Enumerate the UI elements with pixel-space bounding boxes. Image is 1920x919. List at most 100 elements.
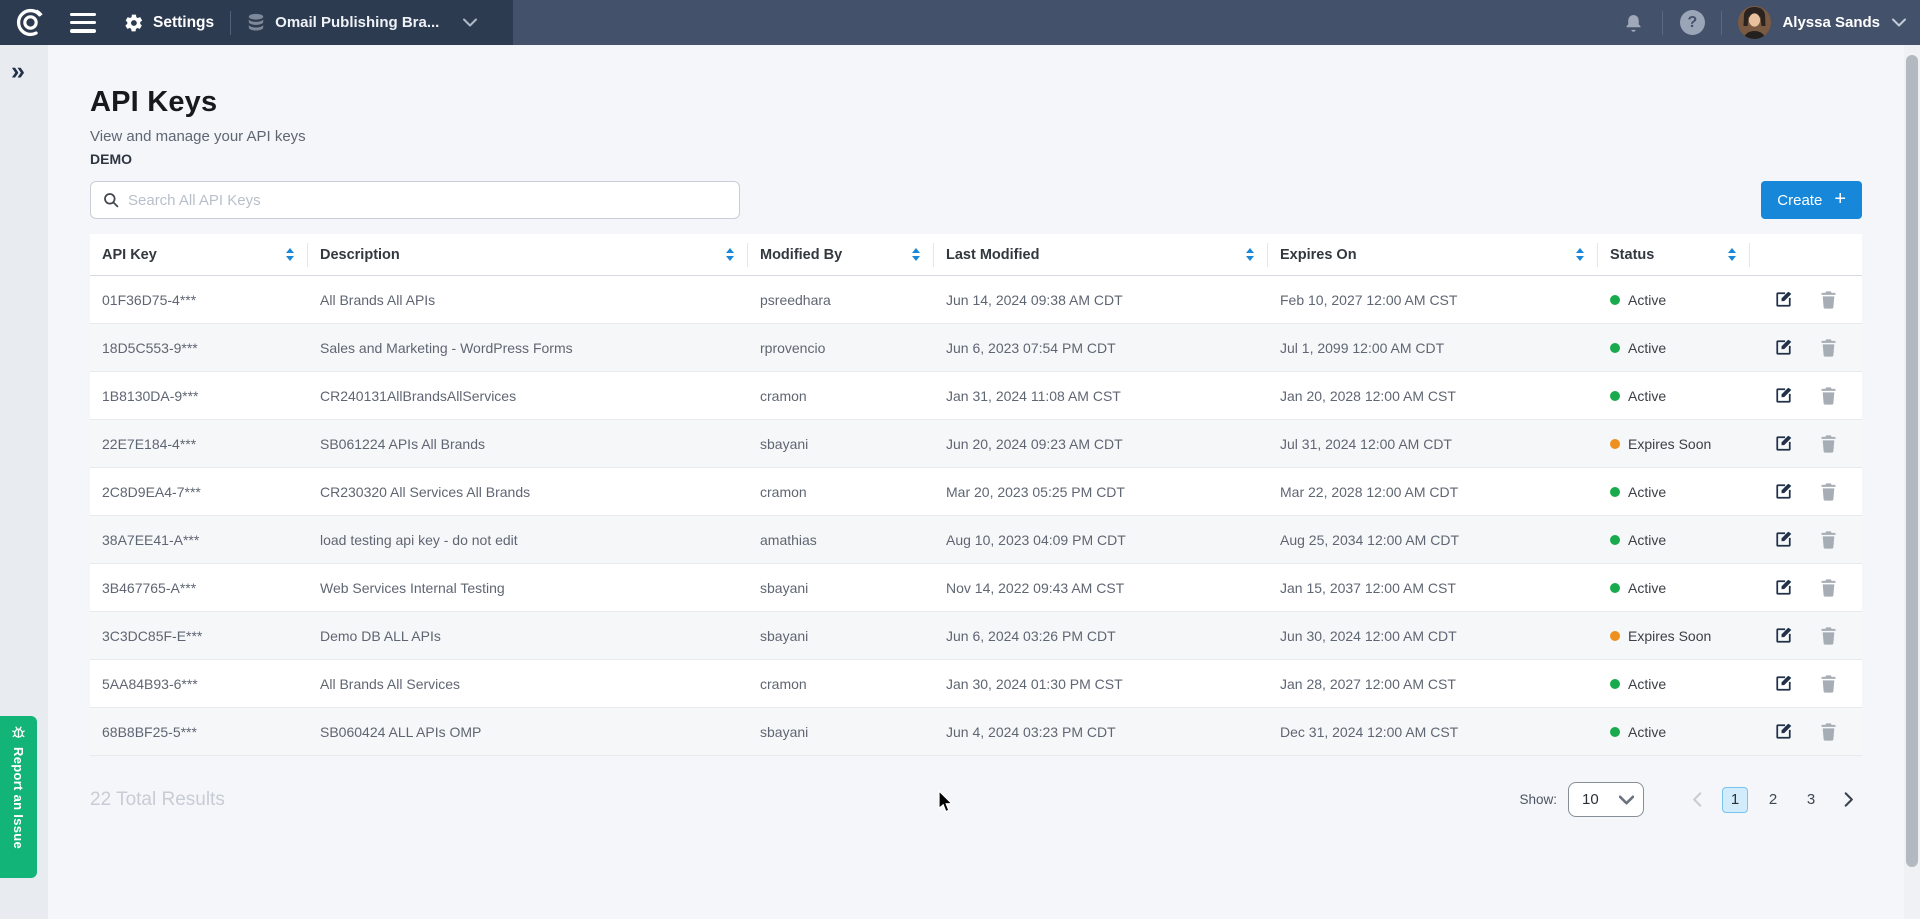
sort-icon[interactable] <box>286 248 294 261</box>
delete-icon[interactable] <box>1820 434 1837 453</box>
modified-by-cell: sbayani <box>748 436 934 452</box>
navbar-divider <box>1721 11 1722 35</box>
table-row[interactable]: 18D5C553-9*** Sales and Marketing - Word… <box>90 324 1862 372</box>
expires-on-cell: Mar 22, 2028 12:00 AM CDT <box>1268 484 1598 500</box>
modified-by-cell: sbayani <box>748 628 934 644</box>
delete-icon[interactable] <box>1820 530 1837 549</box>
delete-icon[interactable] <box>1820 386 1837 405</box>
table-row[interactable]: 68B8BF25-5*** SB060424 ALL APIs OMP sbay… <box>90 708 1862 756</box>
expires-on-cell: Jun 30, 2024 12:00 AM CDT <box>1268 628 1598 644</box>
navbar-divider <box>230 11 231 35</box>
column-header-description[interactable]: Description <box>308 234 748 275</box>
description-cell: SB060424 ALL APIs OMP <box>308 724 748 740</box>
edit-icon[interactable] <box>1774 578 1793 597</box>
api-key-cell: 3C3DC85F-E*** <box>90 628 308 644</box>
edit-icon[interactable] <box>1774 626 1793 645</box>
actions-cell <box>1750 482 1862 501</box>
modified-by-cell: rprovencio <box>748 340 934 356</box>
sort-icon[interactable] <box>1728 248 1736 261</box>
delete-icon[interactable] <box>1820 578 1837 597</box>
notifications-bell-icon[interactable] <box>1614 12 1652 34</box>
column-header-actions <box>1750 234 1862 275</box>
brand-selector-dropdown[interactable]: Omail Publishing Bra... <box>247 13 477 33</box>
next-page-icon[interactable] <box>1836 787 1862 813</box>
modified-by-cell: cramon <box>748 484 934 500</box>
scrollbar-thumb[interactable] <box>1906 55 1918 867</box>
search-input[interactable] <box>128 192 727 209</box>
status-label: Active <box>1628 340 1666 356</box>
create-button[interactable]: Create + <box>1761 181 1862 219</box>
user-avatar[interactable] <box>1738 6 1771 39</box>
last-modified-cell: Jan 30, 2024 01:30 PM CST <box>934 676 1268 692</box>
edit-icon[interactable] <box>1774 482 1793 501</box>
edit-icon[interactable] <box>1774 290 1793 309</box>
api-key-cell: 38A7EE41-A*** <box>90 532 308 548</box>
table-row[interactable]: 01F36D75-4*** All Brands All APIs psreed… <box>90 276 1862 324</box>
api-key-cell: 3B467765-A*** <box>90 580 308 596</box>
last-modified-cell: Jun 6, 2023 07:54 PM CDT <box>934 340 1268 356</box>
table-row[interactable]: 1B8130DA-9*** CR240131AllBrandsAllServic… <box>90 372 1862 420</box>
edit-icon[interactable] <box>1774 722 1793 741</box>
status-dot <box>1610 439 1620 449</box>
help-icon[interactable]: ? <box>1673 10 1711 35</box>
vertical-scrollbar <box>1904 45 1920 919</box>
status-dot <box>1610 583 1620 593</box>
column-header-last-modified[interactable]: Last Modified <box>934 234 1268 275</box>
table-row[interactable]: 5AA84B93-6*** All Brands All Services cr… <box>90 660 1862 708</box>
edit-icon[interactable] <box>1774 386 1793 405</box>
delete-icon[interactable] <box>1820 290 1837 309</box>
api-key-cell: 1B8130DA-9*** <box>90 388 308 404</box>
edit-icon[interactable] <box>1774 530 1793 549</box>
edit-icon[interactable] <box>1774 674 1793 693</box>
column-header-expires-on[interactable]: Expires On <box>1268 234 1598 275</box>
sort-icon[interactable] <box>726 248 734 261</box>
user-menu-chevron-icon[interactable] <box>1892 18 1906 27</box>
page-button-1[interactable]: 1 <box>1722 787 1748 813</box>
sort-icon[interactable] <box>912 248 920 261</box>
delete-icon[interactable] <box>1820 722 1837 741</box>
column-header-status[interactable]: Status <box>1598 234 1750 275</box>
nav-settings[interactable]: Settings <box>124 13 214 33</box>
delete-icon[interactable] <box>1820 338 1837 357</box>
status-label: Active <box>1628 532 1666 548</box>
actions-cell <box>1750 386 1862 405</box>
column-header-api-key[interactable]: API Key <box>90 234 308 275</box>
page-size-select[interactable]: 10 <box>1568 782 1644 817</box>
status-label: Active <box>1628 292 1666 308</box>
description-cell: Sales and Marketing - WordPress Forms <box>308 340 748 356</box>
edit-icon[interactable] <box>1774 434 1793 453</box>
status-cell: Expires Soon <box>1598 436 1750 452</box>
sort-icon[interactable] <box>1246 248 1254 261</box>
previous-page-icon[interactable] <box>1684 787 1710 813</box>
report-issue-tab[interactable]: Report an Issue <box>0 716 37 878</box>
api-key-cell: 68B8BF25-5*** <box>90 724 308 740</box>
delete-icon[interactable] <box>1820 674 1837 693</box>
table-row[interactable]: 38A7EE41-A*** load testing api key - do … <box>90 516 1862 564</box>
last-modified-cell: Mar 20, 2023 05:25 PM CDT <box>934 484 1268 500</box>
create-button-label: Create <box>1777 192 1822 209</box>
table-row[interactable]: 2C8D9EA4-7*** CR230320 All Services All … <box>90 468 1862 516</box>
table-row[interactable]: 3C3DC85F-E*** Demo DB ALL APIs sbayani J… <box>90 612 1862 660</box>
column-header-modified-by[interactable]: Modified By <box>748 234 934 275</box>
status-cell: Active <box>1598 484 1750 500</box>
modified-by-cell: psreedhara <box>748 292 934 308</box>
expires-on-cell: Jan 15, 2037 12:00 AM CST <box>1268 580 1598 596</box>
sort-icon[interactable] <box>1576 248 1584 261</box>
delete-icon[interactable] <box>1820 482 1837 501</box>
last-modified-cell: Jun 4, 2024 03:23 PM CDT <box>934 724 1268 740</box>
description-cell: Demo DB ALL APIs <box>308 628 748 644</box>
hamburger-menu-icon[interactable] <box>70 13 96 33</box>
table-row[interactable]: 22E7E184-4*** SB061224 APIs All Brands s… <box>90 420 1862 468</box>
delete-icon[interactable] <box>1820 626 1837 645</box>
page-button-3[interactable]: 3 <box>1798 787 1824 813</box>
table-row[interactable]: 3B467765-A*** Web Services Internal Test… <box>90 564 1862 612</box>
modified-by-cell: sbayani <box>748 724 934 740</box>
status-dot <box>1610 727 1620 737</box>
page-button-2[interactable]: 2 <box>1760 787 1786 813</box>
edit-icon[interactable] <box>1774 338 1793 357</box>
chevron-down-icon <box>1619 795 1634 805</box>
show-label: Show: <box>1519 792 1557 807</box>
sidebar-expand-icon[interactable]: » <box>11 59 25 84</box>
description-cell: CR230320 All Services All Brands <box>308 484 748 500</box>
database-icon <box>247 13 265 33</box>
